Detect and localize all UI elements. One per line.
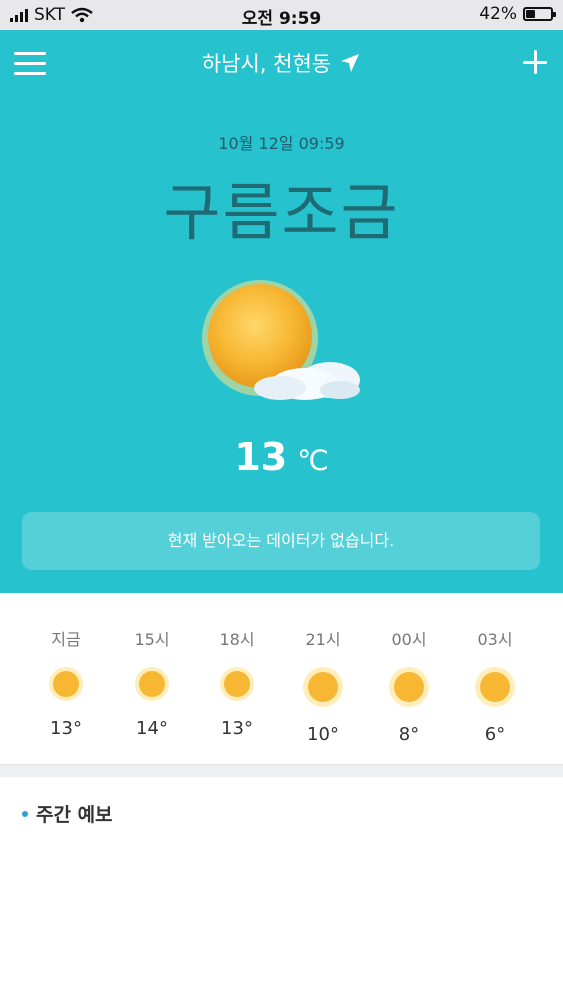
hour-time: 18시 xyxy=(219,630,255,649)
weekly-forecast-header: 주간 예보 xyxy=(22,800,113,827)
battery-fill xyxy=(526,10,535,18)
hour-temp: 10° xyxy=(307,724,339,745)
weather-condition: 구름조금 xyxy=(163,176,400,249)
sun-icon xyxy=(280,666,366,708)
hourly-item: 00시 8° xyxy=(366,596,452,745)
hour-temp: 14° xyxy=(136,718,168,739)
add-location-button[interactable] xyxy=(515,42,555,82)
sun-icon xyxy=(194,666,280,702)
temperature-value: 13 xyxy=(234,435,288,479)
hour-time: 03시 xyxy=(477,630,513,649)
location-label: 하남시, 천현동 xyxy=(201,52,332,76)
battery-icon xyxy=(523,7,556,21)
section-divider xyxy=(0,764,563,777)
hourly-item: 15시 14° xyxy=(109,596,195,739)
battery-percent: 42% xyxy=(479,4,517,24)
current-temperature: 13 ℃ xyxy=(0,435,563,479)
data-notice: 현재 받아오는 데이터가 없습니다. xyxy=(22,512,540,570)
weekly-forecast-title: 주간 예보 xyxy=(36,804,113,826)
observation-datetime: 10월 12일 09:59 xyxy=(218,134,345,153)
location-header[interactable]: 하남시, 천현동 xyxy=(0,48,563,78)
sun-icon xyxy=(109,666,195,702)
hourly-item: 03시 6° xyxy=(452,596,538,745)
hour-temp: 13° xyxy=(221,718,253,739)
sun-icon xyxy=(366,666,452,708)
hour-temp: 8° xyxy=(398,724,420,745)
sun-cloud-icon xyxy=(202,280,360,400)
sun-icon xyxy=(452,666,538,708)
bullet-dot xyxy=(22,810,28,817)
hourly-item: 18시 13° xyxy=(194,596,280,739)
current-weather-panel: 하남시, 천현동 10월 12일 09:59 구름조금 13 ℃ 현재 받아오는 … xyxy=(0,30,563,593)
sun-icon xyxy=(23,666,109,702)
hour-temp: 6° xyxy=(484,724,506,745)
hour-time: 21시 xyxy=(305,630,341,649)
location-arrow-icon xyxy=(341,54,360,72)
hour-temp: 13° xyxy=(50,718,82,739)
temperature-unit: ℃ xyxy=(297,444,329,477)
hour-time: 지금 xyxy=(51,630,81,649)
hourly-forecast: 지금 13° 15시 14° 18시 13° 21시 10° 00시 8° 03… xyxy=(0,596,563,764)
hour-time: 00시 xyxy=(391,630,427,649)
status-bar: SKT 오전 9:59 42% xyxy=(0,0,563,30)
hourly-item: 지금 13° xyxy=(23,596,109,739)
status-right: 42% xyxy=(479,4,556,24)
hourly-item: 21시 10° xyxy=(280,596,366,745)
hour-time: 15시 xyxy=(134,630,170,649)
